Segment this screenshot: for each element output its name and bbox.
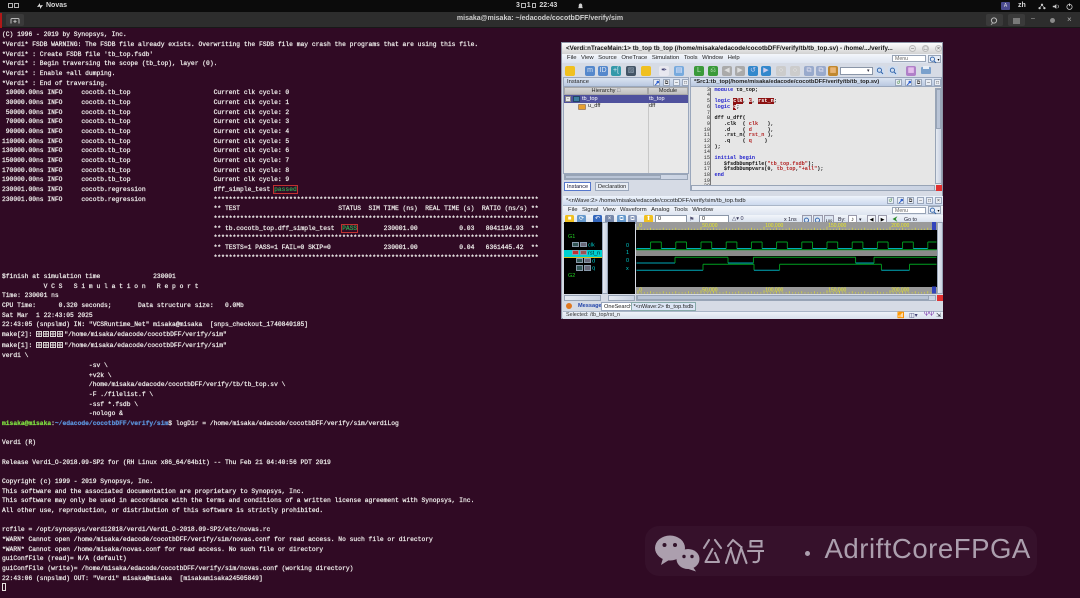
svg-text:150,000: 150,000 <box>828 223 846 229</box>
svg-text:50,000: 50,000 <box>702 288 718 294</box>
svg-text:100,000: 100,000 <box>765 288 783 294</box>
svg-text:0: 0 <box>639 223 642 229</box>
svg-text:200,000: 200,000 <box>891 288 909 294</box>
svg-text:200,000: 200,000 <box>891 223 909 229</box>
svg-text:50,000: 50,000 <box>702 223 718 229</box>
svg-text:0: 0 <box>639 288 642 294</box>
svg-text:100,000: 100,000 <box>765 223 783 229</box>
svg-text:150,000: 150,000 <box>828 288 846 294</box>
